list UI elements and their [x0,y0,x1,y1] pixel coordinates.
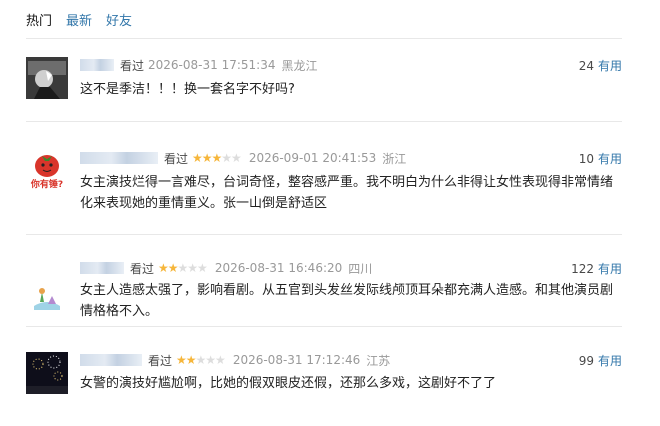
watch-status: 看过 [130,261,155,276]
tab-friends[interactable]: 好友 [106,10,132,29]
comment-location: 四川 [348,261,373,276]
rating-stars: ★★★★★ [158,261,208,275]
vote-area: 122 有用 [571,260,622,277]
comment-text: 这不是季洁！！！换一套名字不好吗? [80,82,295,97]
avatar[interactable]: 你有锤? [26,150,68,192]
watch-status: 看过 [120,58,145,73]
star-empty-icon: ★★★ [195,353,226,367]
divider [26,234,622,235]
comment-location: 黑龙江 [281,58,318,73]
comment-time: 2026-08-31 17:51:34 [148,58,276,72]
username[interactable] [80,262,124,274]
comment-location: 浙江 [382,151,407,166]
vote-count: 10 [578,152,594,166]
useful-button[interactable]: 有用 [598,59,622,73]
watch-status: 看过 [148,353,173,368]
vote-count: 122 [571,262,594,276]
useful-button[interactable]: 有用 [598,262,622,276]
username[interactable] [80,152,158,164]
tab-hot[interactable]: 热门 [26,10,52,29]
divider [26,326,622,327]
avatar[interactable] [26,352,68,394]
comment-time: 2026-09-01 20:41:53 [248,151,377,165]
comment-meta: 看过 ★★★★★ 2026-08-31 16:46:20 四川 [80,260,372,276]
rating-stars: ★★★★★ [192,151,242,165]
star-empty-icon: ★★★ [177,261,208,275]
vote-count: 24 [578,59,594,73]
star-empty-icon: ★★ [221,151,241,165]
star-icon: ★★★ [192,151,222,165]
tab-latest[interactable]: 最新 [66,10,92,29]
comment-text: 女主人造感太强了，影响看剧。从五官到头发丝发际线颅顶耳朵都充满人造感。和其他演员… [80,283,614,319]
vote-count: 99 [578,354,594,368]
comment-meta: 看过 2026-08-31 17:51:34 黑龙江 [80,57,317,73]
comment-text: 女警的演技好尴尬啊，比她的假双眼皮还假，还那么多戏，这剧好不了了 [80,376,497,391]
watch-status: 看过 [164,151,189,166]
comment-tabs: 热门 最新 好友 [26,10,132,29]
comment-time: 2026-08-31 17:12:46 [232,353,361,367]
star-icon: ★★ [158,261,178,275]
username[interactable] [80,354,142,366]
comment-meta: 看过 ★★★★★ 2026-08-31 17:12:46 江苏 [80,352,390,368]
divider [26,38,622,39]
vote-area: 10 有用 [579,150,622,167]
comment-location: 江苏 [366,353,391,368]
avatar[interactable] [26,57,68,99]
vote-area: 99 有用 [579,352,622,369]
divider [26,121,622,122]
star-icon: ★★ [176,353,196,367]
comment-meta: 看过 ★★★★★ 2026-09-01 20:41:53 浙江 [80,150,406,166]
comment-time: 2026-08-31 16:46:20 [214,261,343,275]
comment-text: 女主演技烂得一言难尽，台词奇怪，整容感严重。我不明白为什么非得让女性表现得非常情… [80,175,614,211]
avatar-caption: 你有锤? [30,180,64,190]
vote-area: 24 有用 [579,57,622,74]
username[interactable] [80,59,114,71]
useful-button[interactable]: 有用 [598,152,622,166]
useful-button[interactable]: 有用 [598,354,622,368]
rating-stars: ★★★★★ [176,353,226,367]
avatar[interactable] [26,272,68,314]
